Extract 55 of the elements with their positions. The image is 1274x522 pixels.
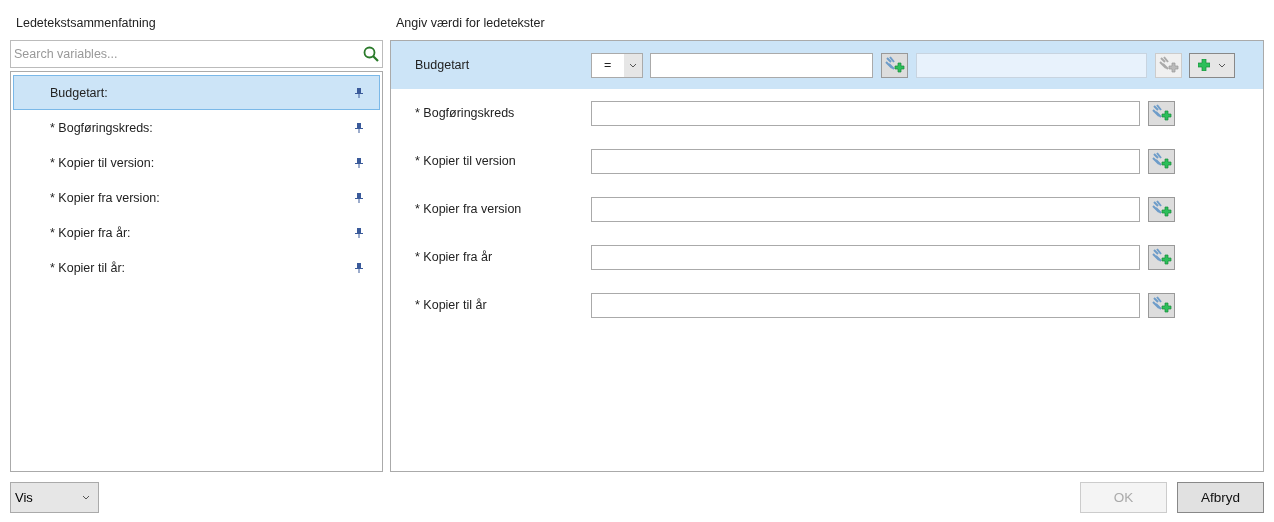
search-field[interactable]: Search variables... <box>10 40 383 68</box>
caret-icon <box>1218 62 1226 68</box>
search-icon <box>363 46 379 62</box>
caret-icon <box>82 494 90 500</box>
pin-icon[interactable] <box>355 192 363 203</box>
view-dropdown[interactable]: Vis <box>10 481 99 513</box>
prompt-label: * Kopier fra år <box>415 250 494 264</box>
pin-icon[interactable] <box>355 87 363 98</box>
prompt-list-item[interactable]: * Kopier til version: <box>13 145 380 180</box>
lookup-button[interactable] <box>1148 100 1175 126</box>
prompt-label: * Kopier til år <box>415 298 488 312</box>
value-field[interactable] <box>591 196 1140 222</box>
value-field[interactable] <box>591 100 1140 126</box>
pin-icon[interactable] <box>355 262 363 273</box>
lookup-plus-icon <box>1151 152 1172 170</box>
prompt-label: * Kopier fra version <box>415 202 523 216</box>
prompt-label: * Kopier til version <box>415 154 517 168</box>
lookup-plus-icon <box>1158 56 1179 74</box>
lookup-button[interactable] <box>1148 244 1175 270</box>
lookup-plus-icon <box>1151 200 1172 218</box>
caret-icon <box>629 62 637 68</box>
lookup-plus-icon <box>1151 296 1172 314</box>
prompt-list-item[interactable]: Budgetart: <box>13 75 380 110</box>
panel-title: Ledetekstsammenfatning <box>15 16 157 32</box>
item-label: * Kopier til år: <box>50 260 126 275</box>
item-label: * Kopier fra version: <box>50 190 160 205</box>
item-label: * Kopier fra år: <box>50 225 131 240</box>
operator-dropdown[interactable]: = <box>591 52 643 78</box>
pin-icon[interactable] <box>355 227 363 238</box>
item-label: * Bogføringskreds: <box>50 120 153 135</box>
plus-icon <box>1198 59 1210 71</box>
pin-icon[interactable] <box>355 157 363 168</box>
prompt-list-item[interactable]: * Kopier fra år: <box>13 215 380 250</box>
panel-title: Angiv værdi for ledetekster <box>395 16 546 32</box>
lookup-button[interactable] <box>881 52 908 78</box>
prompt-list-item[interactable]: * Bogføringskreds: <box>13 110 380 145</box>
prompt-list-item[interactable]: * Kopier fra version: <box>13 180 380 215</box>
lookup-plus-icon <box>884 56 905 74</box>
prompt-list-item[interactable]: * Kopier til år: <box>13 250 380 285</box>
pin-icon[interactable] <box>355 122 363 133</box>
lookup-button[interactable] <box>1148 292 1175 318</box>
lookup-button[interactable] <box>1148 148 1175 174</box>
value-field[interactable] <box>591 292 1140 318</box>
add-dropdown-button[interactable] <box>1189 52 1235 78</box>
value-field[interactable] <box>650 52 873 78</box>
value-field[interactable] <box>591 148 1140 174</box>
item-label: * Kopier til version: <box>50 155 155 170</box>
lookup-plus-icon <box>1151 104 1172 122</box>
lookup-plus-icon <box>1151 248 1172 266</box>
prompt-label: Budgetart <box>415 58 471 72</box>
item-label: Budgetart: <box>50 85 108 100</box>
prompt-label: * Bogføringskreds <box>415 106 516 120</box>
cancel-button[interactable]: Afbryd <box>1177 481 1264 513</box>
lookup-button[interactable] <box>1148 196 1175 222</box>
value-field[interactable] <box>591 244 1140 270</box>
